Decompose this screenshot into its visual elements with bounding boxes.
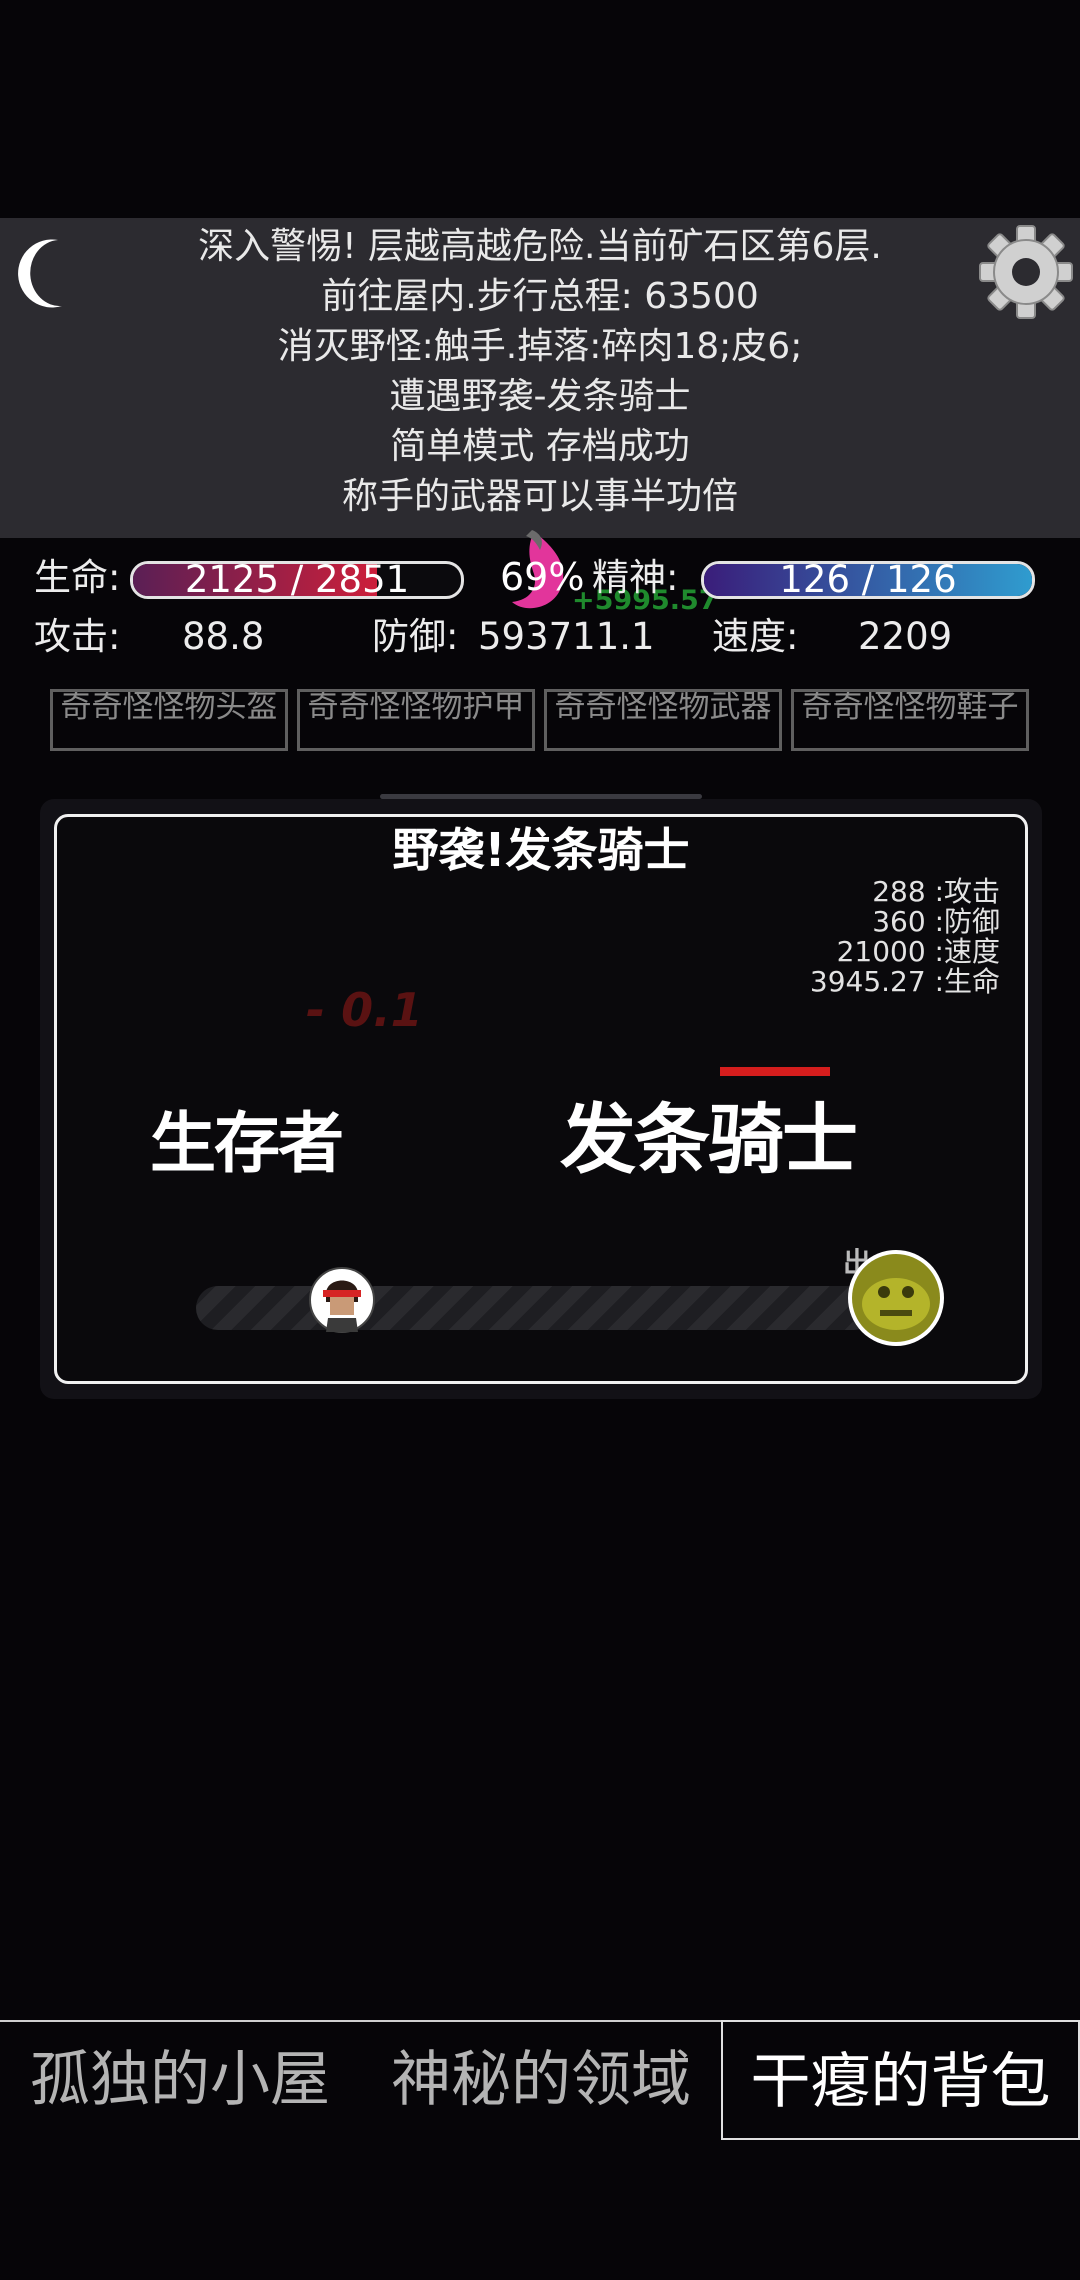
log-line-5: 简单模式 存档成功 bbox=[390, 426, 690, 467]
speed-value: 2209 bbox=[858, 615, 953, 658]
equip-slot-weapon[interactable]: 奇奇怪怪物武器 bbox=[544, 689, 782, 751]
player-avatar bbox=[308, 1266, 376, 1334]
enemy-name: 发条骑士 bbox=[560, 1095, 858, 1184]
tab-mysterious-realm[interactable]: 神秘的领域 bbox=[360, 2020, 722, 2140]
hp-label: 生命: bbox=[34, 556, 121, 599]
moon-icon[interactable] bbox=[10, 236, 74, 310]
damage-number: - 0.1 bbox=[306, 983, 423, 1037]
log-line-6: 称手的武器可以事半功倍 bbox=[341, 476, 738, 517]
attack-value: 88.8 bbox=[182, 615, 265, 658]
battle-title: 野袭!发条骑士 bbox=[392, 823, 690, 877]
enemy-hp: 3945.27 :生命 bbox=[809, 965, 1000, 998]
log-line-4: 遭遇野袭-发条骑士 bbox=[389, 376, 691, 417]
gear-icon[interactable] bbox=[976, 222, 1076, 322]
log-line-1: 深入警惕! 层越高越危险.当前矿石区第6层. bbox=[198, 226, 882, 267]
enemy-defense: 360 :防御 bbox=[872, 905, 1000, 938]
equip-slot-helmet[interactable]: 奇奇怪怪物头盔 bbox=[50, 689, 288, 751]
spirit-label: 精神: bbox=[592, 556, 679, 599]
speed-label: 速度: bbox=[712, 615, 799, 658]
attack-label: 攻击: bbox=[34, 615, 121, 658]
enemy-avatar bbox=[846, 1248, 946, 1348]
turn-progress-track bbox=[196, 1286, 876, 1330]
log-line-3: 消灭野怪:触手.掉落:碎肉18;皮6; bbox=[277, 326, 803, 367]
log-line-2: 前往屋内.步行总程: 63500 bbox=[321, 276, 759, 317]
hp-bar: 2125 / 2851 bbox=[130, 561, 464, 599]
defense-label: 防御: bbox=[372, 615, 459, 658]
enemy-attack: 288 :攻击 bbox=[872, 875, 1000, 908]
tab-shriveled-backpack[interactable]: 干瘪的背包 bbox=[721, 2020, 1080, 2140]
enemy-speed: 21000 :速度 bbox=[836, 935, 1000, 968]
tab-lonely-cabin[interactable]: 孤独的小屋 bbox=[0, 2020, 360, 2140]
equip-slot-shoes[interactable]: 奇奇怪怪物鞋子 bbox=[791, 689, 1029, 751]
player-name: 生存者 bbox=[150, 1105, 344, 1182]
hp-value: 2125 / 2851 bbox=[184, 561, 410, 599]
defense-value: 593711.1 bbox=[478, 615, 655, 658]
spirit-value: 126 / 126 bbox=[779, 561, 957, 599]
equip-slot-armor[interactable]: 奇奇怪怪物护甲 bbox=[297, 689, 535, 751]
spirit-bar: 126 / 126 bbox=[701, 561, 1035, 599]
enemy-hp-bar bbox=[720, 1067, 830, 1076]
